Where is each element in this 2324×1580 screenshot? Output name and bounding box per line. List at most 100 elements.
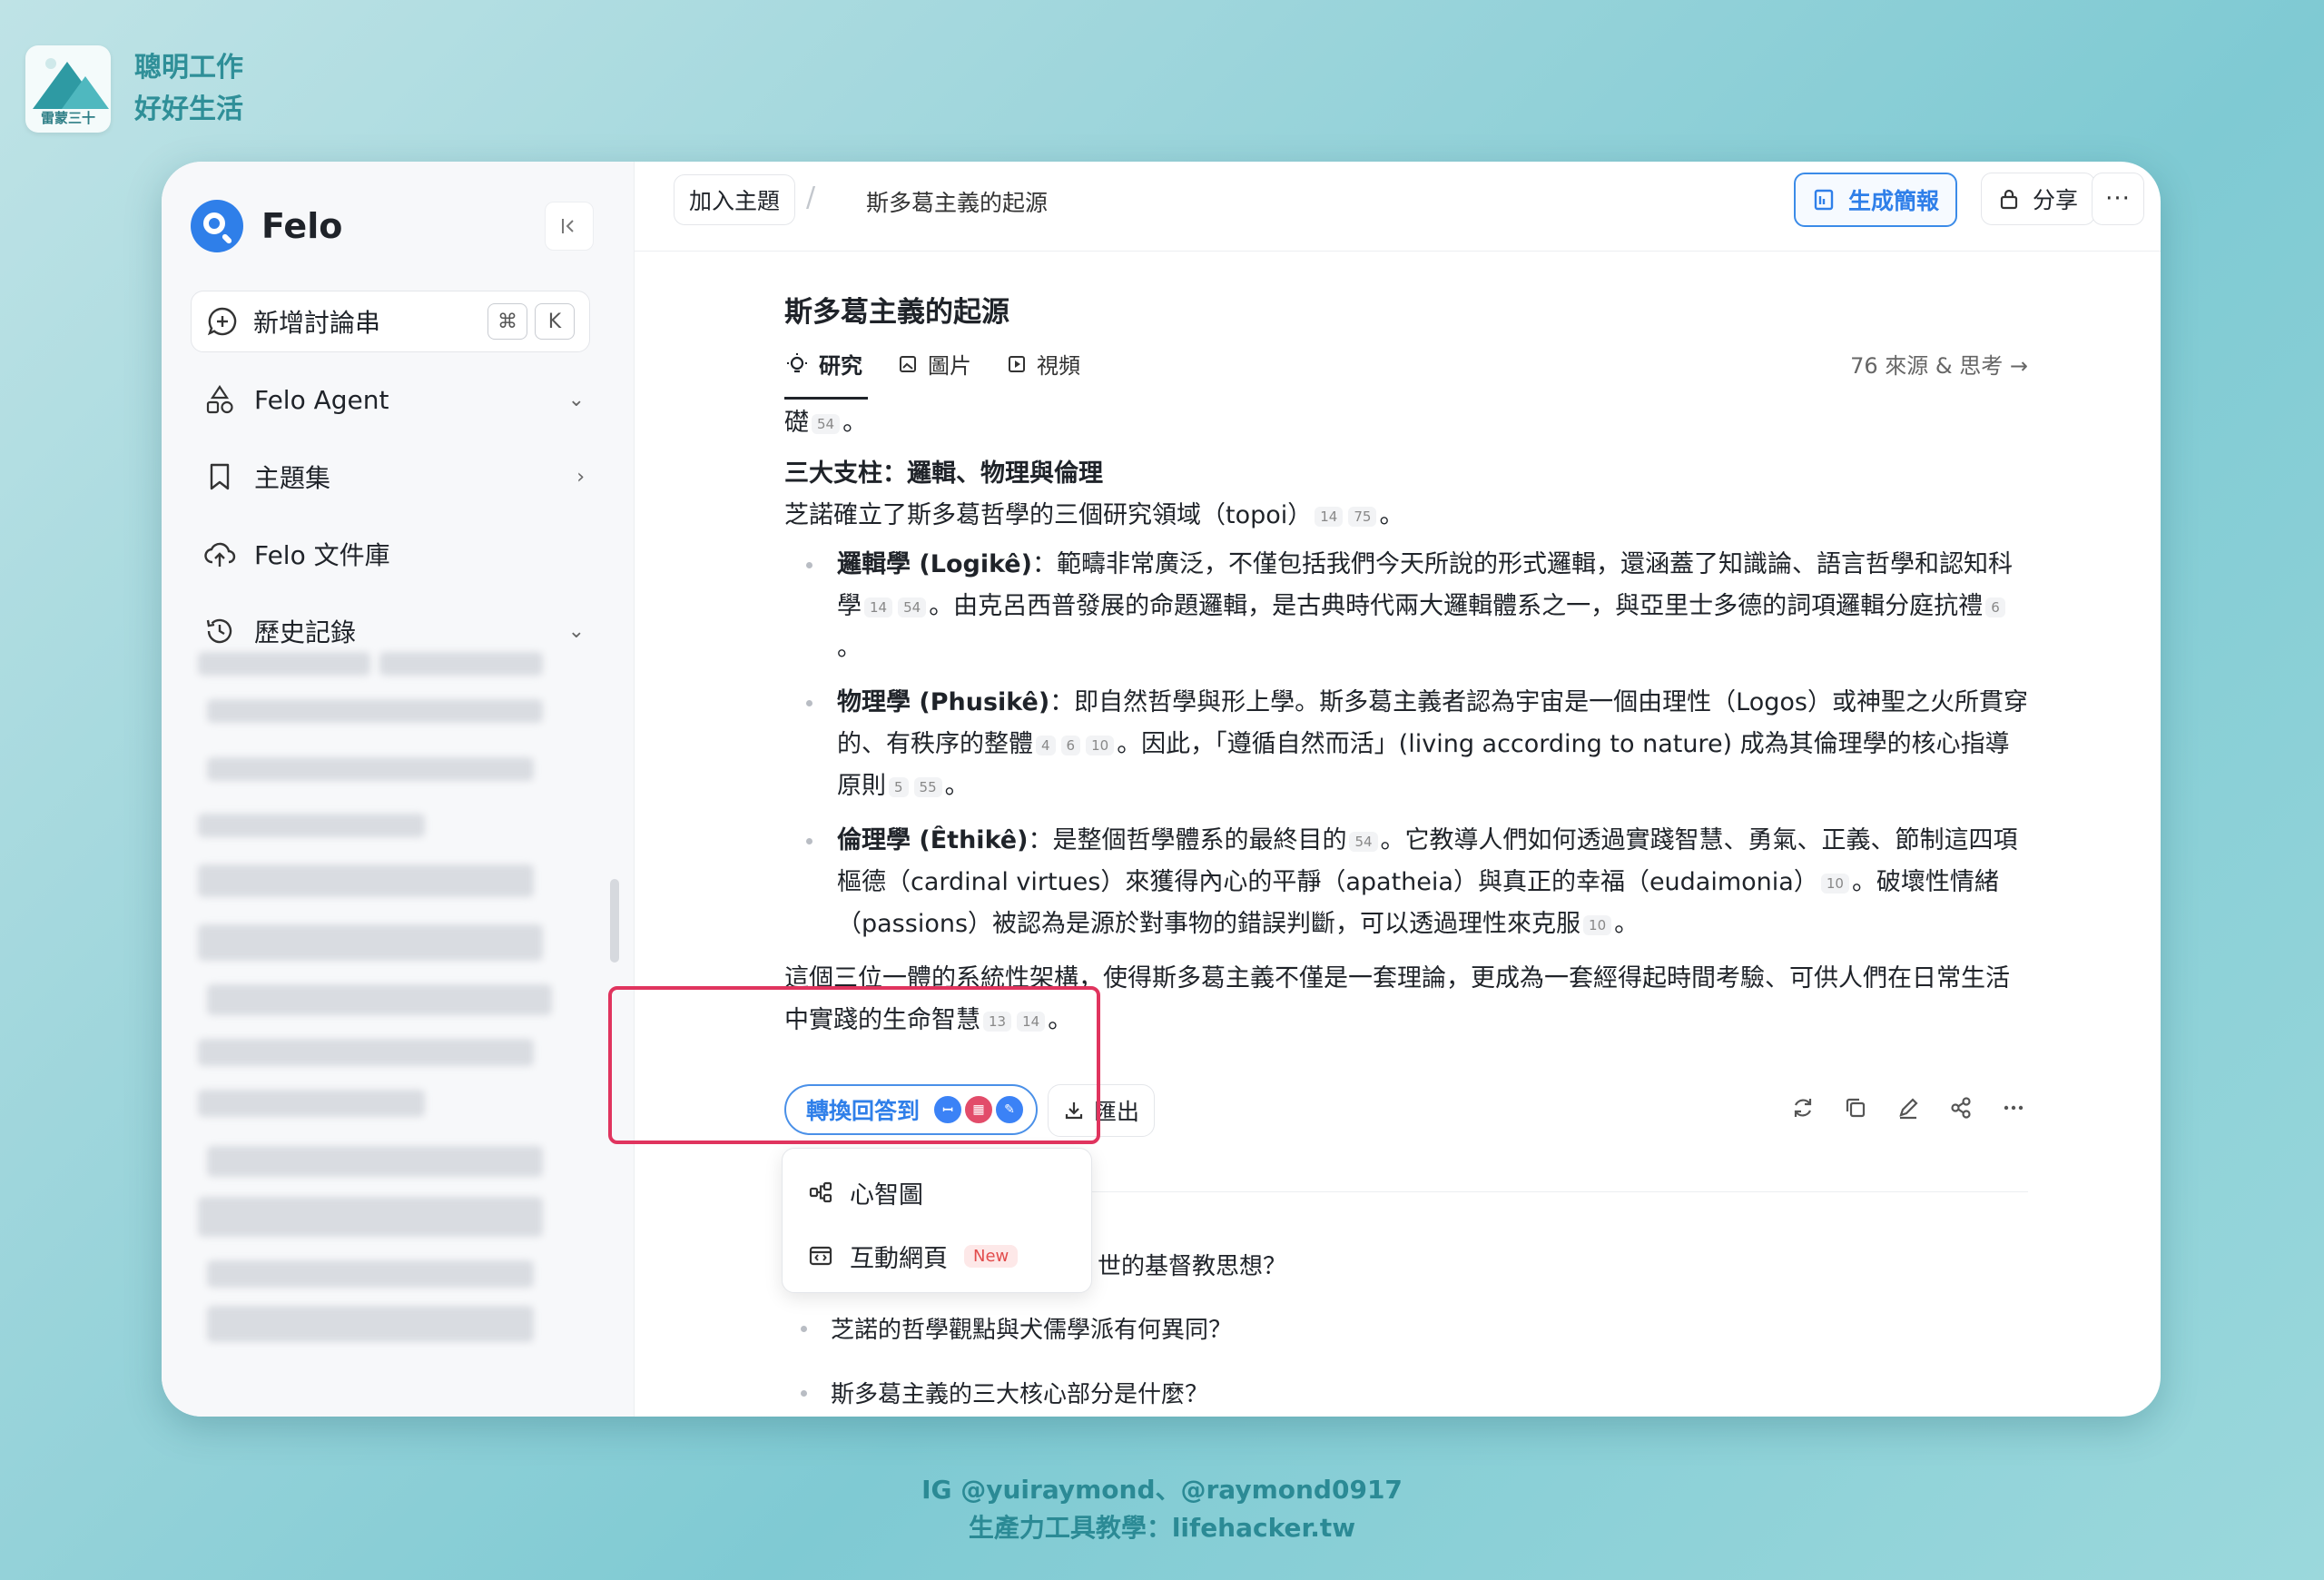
sidebar-item-label: Felo 文件庫 bbox=[254, 540, 390, 570]
answer-text: 芝諾確立了斯多葛哲學的三個研究領域（topoi） bbox=[784, 501, 1313, 529]
brand-logo-caption: 雷蒙三十 bbox=[40, 110, 95, 126]
credits-line1: IG @yuiraymond、@raymond0917 bbox=[921, 1475, 1403, 1505]
menu-item-interactive-webpage[interactable]: 互動網頁 New bbox=[808, 1230, 1019, 1281]
citation[interactable]: 54 bbox=[898, 597, 927, 617]
export-label: 匯出 bbox=[1094, 1099, 1140, 1125]
sidebar: Felo 新增討論串 ⌘ K Felo Agent ⌄ 主題集 › Felo 文… bbox=[162, 162, 635, 1417]
sidebar-scrollbar[interactable] bbox=[610, 879, 619, 963]
cloud-upload-icon bbox=[203, 538, 236, 570]
top-bar: 加入主題 / 斯多葛主義的起源 生成簡報 分享 ··· bbox=[634, 162, 2161, 252]
question-title: 斯多葛主義的起源 bbox=[784, 296, 1009, 329]
brand-logo: 雷蒙三十 bbox=[25, 45, 111, 133]
sources-link[interactable]: 76 來源 & 思考 → bbox=[1850, 348, 2028, 380]
bullet-dot bbox=[801, 1389, 807, 1397]
answer-text: 。由克呂西普發展的命題邏輯，是古典時代兩大邏輯體系之一，與亞里士多德的詞項邏輯分… bbox=[929, 592, 1984, 620]
sidebar-item-collections[interactable]: 主題集 › bbox=[203, 449, 585, 504]
sidebar-item-label: 主題集 bbox=[254, 463, 331, 493]
generate-report-button[interactable]: 生成簡報 bbox=[1794, 173, 1958, 227]
new-thread-button[interactable]: 新增討論串 ⌘ K bbox=[191, 291, 590, 352]
credits: IG @yuiraymond、@raymond0917 生產力工具教學：life… bbox=[0, 1471, 2324, 1547]
list-item: 倫理學 (Êthikê)：是整個哲學體系的最終目的 54 。它教導人們如何透過實踐智… bbox=[806, 820, 2028, 945]
webpage-icon bbox=[809, 1246, 832, 1266]
answer-text: ：是整個哲學體系的最終目的 bbox=[1028, 826, 1347, 854]
list-item-title: 邏輯學 (Logikê) bbox=[837, 550, 1032, 578]
share-icon[interactable] bbox=[1946, 1093, 1975, 1122]
tab-label: 研究 bbox=[819, 353, 862, 379]
edit-icon[interactable] bbox=[1894, 1093, 1923, 1122]
collapse-left-icon bbox=[562, 219, 574, 233]
generate-report-label: 生成簡報 bbox=[1848, 188, 1940, 214]
related-question[interactable]: 斯多葛主義的三大核心部分是什麼？ bbox=[784, 1376, 2028, 1409]
menu-item-label: 互動網頁 bbox=[850, 1244, 948, 1273]
tab-label: 視頻 bbox=[1037, 353, 1080, 379]
tab-images[interactable]: 圖片 bbox=[897, 348, 971, 380]
answer-text: 礎 bbox=[784, 409, 809, 437]
answer-text: 。 bbox=[944, 772, 970, 800]
mindmap-icon bbox=[809, 1181, 832, 1203]
convert-dropdown-menu: 心智圖 互動網頁 New bbox=[782, 1148, 1092, 1293]
tab-research[interactable]: 研究 bbox=[784, 348, 862, 380]
sidebar-item-library[interactable]: Felo 文件庫 bbox=[203, 527, 585, 581]
shapes-icon bbox=[203, 383, 236, 416]
lock-icon bbox=[2000, 189, 2018, 210]
answer-paragraph: 芝諾確立了斯多葛哲學的三個研究領域（topoi） 14 75。 bbox=[784, 495, 2028, 537]
citation[interactable]: 10 bbox=[1086, 735, 1115, 755]
citation[interactable]: 6 bbox=[1060, 735, 1081, 755]
breadcrumb-separator: / bbox=[806, 182, 816, 213]
more-options-button[interactable]: ··· bbox=[2092, 173, 2144, 225]
answer-heading: 三大支柱：邏輯、物理與倫理 bbox=[784, 459, 1103, 488]
history-list-blurred bbox=[198, 652, 597, 1406]
menu-item-mindmap[interactable]: 心智圖 bbox=[808, 1167, 923, 1218]
sidebar-item-label: 歷史記錄 bbox=[254, 617, 357, 647]
list-item-title: 倫理學 (Êthikê) bbox=[837, 826, 1029, 854]
list-item-title: 物理學 (Phusikê) bbox=[837, 688, 1050, 716]
answer-paragraph: 礎 54。 bbox=[784, 402, 2028, 444]
credits-line2: 生產力工具教學：lifehacker.tw bbox=[968, 1513, 1356, 1543]
more-icon: ··· bbox=[2105, 185, 2131, 212]
tab-videos[interactable]: 視頻 bbox=[1006, 348, 1080, 380]
answer-text: 。 bbox=[1379, 501, 1404, 529]
annotation-highlight-box bbox=[608, 986, 1100, 1144]
list-item: 邏輯學 (Logikê)：範疇非常廣泛，不僅包括我們今天所說的形式邏輯，還涵蓋了… bbox=[806, 544, 2028, 669]
citation[interactable]: 6 bbox=[1985, 597, 2005, 617]
tab-label: 圖片 bbox=[928, 353, 971, 379]
citation[interactable]: 75 bbox=[1348, 506, 1377, 527]
active-tab-indicator bbox=[784, 397, 868, 400]
answer-container: 斯多葛主義的起源 研究 圖片 視頻 76 來源 & 思考 → 礎 54。 三大支… bbox=[784, 289, 2028, 1042]
new-chat-icon bbox=[207, 307, 237, 336]
share-button[interactable]: 分享 bbox=[1981, 173, 2096, 225]
app-name: Felo bbox=[261, 206, 343, 246]
collapse-sidebar-button[interactable] bbox=[545, 202, 594, 251]
citation[interactable]: 4 bbox=[1036, 735, 1056, 755]
related-question[interactable]: 芝諾的哲學觀點與犬儒學派有何異同？ bbox=[784, 1311, 2028, 1345]
result-tabs: 研究 圖片 視頻 76 來源 & 思考 → bbox=[784, 348, 2028, 402]
brand-line2: 好好生活 bbox=[134, 94, 243, 125]
main-pane: 加入主題 / 斯多葛主義的起源 生成簡報 分享 ··· 斯多葛主義的起源 研究 bbox=[634, 162, 2161, 1417]
pillars-list: 邏輯學 (Logikê)：範疇非常廣泛，不僅包括我們今天所說的形式邏輯，還涵蓋了… bbox=[784, 544, 2028, 945]
app-logo[interactable]: Felo bbox=[191, 200, 342, 252]
citation[interactable]: 54 bbox=[1349, 831, 1378, 852]
copy-icon[interactable] bbox=[1841, 1093, 1870, 1122]
more-icon[interactable] bbox=[1999, 1093, 2028, 1122]
sidebar-item-history[interactable]: 歷史記錄 ⌄ bbox=[203, 604, 585, 658]
sidebar-item-felo-agent[interactable]: Felo Agent ⌄ bbox=[203, 372, 585, 427]
citation[interactable]: 54 bbox=[812, 413, 841, 434]
chevron-down-icon: ⌄ bbox=[567, 388, 585, 411]
refresh-icon[interactable] bbox=[1788, 1093, 1817, 1122]
related-question-text: 芝諾的哲學觀點與犬儒學派有何異同？ bbox=[831, 1317, 1233, 1344]
menu-item-label: 心智圖 bbox=[850, 1180, 923, 1210]
answer-toolbar bbox=[1788, 1093, 2028, 1122]
citation[interactable]: 55 bbox=[913, 776, 942, 797]
app-window: Felo 新增討論串 ⌘ K Felo Agent ⌄ 主題集 › Felo 文… bbox=[162, 162, 2161, 1417]
answer-text: 。 bbox=[842, 409, 868, 437]
new-thread-label: 新增討論串 bbox=[253, 308, 381, 338]
citation[interactable]: 5 bbox=[889, 776, 909, 797]
citation[interactable]: 14 bbox=[864, 597, 893, 617]
add-topic-button[interactable]: 加入主題 bbox=[674, 174, 796, 225]
chevron-down-icon: ⌄ bbox=[567, 619, 585, 643]
chevron-right-icon: › bbox=[576, 465, 585, 489]
citation[interactable]: 10 bbox=[1820, 873, 1849, 894]
citation[interactable]: 10 bbox=[1583, 914, 1612, 935]
citation[interactable]: 14 bbox=[1315, 506, 1344, 527]
bulb-icon bbox=[787, 352, 807, 372]
